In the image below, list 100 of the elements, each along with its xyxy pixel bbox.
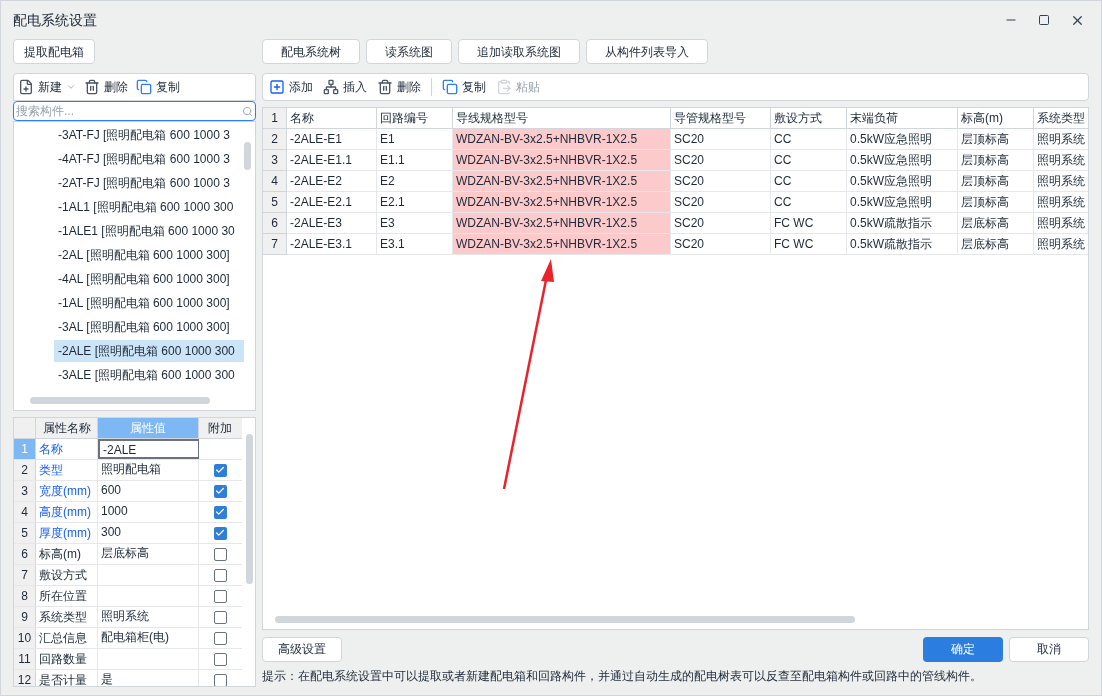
check-icon — [215, 465, 225, 475]
check-icon — [215, 486, 225, 496]
toolbar-button[interactable]: 删除 — [84, 78, 128, 96]
checkbox[interactable] — [213, 610, 227, 624]
toolbar-button[interactable]: 复制 — [136, 78, 180, 96]
checkbox[interactable] — [213, 463, 227, 477]
table-cell: -2ALE-E1.1 — [287, 150, 377, 171]
property-value[interactable]: 配电箱柜(电) — [98, 628, 199, 648]
tree-item[interactable]: -3ALE [照明配电箱 600 1000 300 — [54, 364, 244, 386]
cancel-button[interactable]: 取消 — [1009, 636, 1089, 662]
property-name: 回路数量 — [36, 649, 98, 669]
table-cell: 照明系统 — [1034, 192, 1088, 213]
ok-button[interactable]: 确定 — [923, 636, 1003, 662]
row-number: 2 — [263, 129, 287, 150]
row-number: 1 — [263, 108, 287, 129]
checkbox[interactable] — [213, 568, 227, 582]
tree-item[interactable]: -4AL [照明配电箱 600 1000 300] — [54, 268, 244, 290]
table-cell: SC20 — [671, 150, 771, 171]
table-cell: 层顶标高 — [958, 192, 1034, 213]
property-value[interactable]: 照明配电箱 — [98, 460, 199, 480]
table-cell: 层顶标高 — [958, 129, 1034, 150]
top-button[interactable]: 追加读取系统图 — [458, 39, 580, 64]
property-value[interactable]: 是 — [98, 670, 199, 686]
table-cell: 层顶标高 — [958, 150, 1034, 171]
tree-item[interactable]: -3AT-FJ [照明配电箱 600 1000 3 — [54, 124, 244, 146]
checkbox[interactable] — [213, 484, 227, 498]
tree-item[interactable]: -1AL1 [照明配电箱 600 1000 300 — [54, 196, 244, 218]
table-cell: 层顶标高 — [958, 171, 1034, 192]
checkbox[interactable] — [213, 589, 227, 603]
property-name: 类型 — [36, 460, 98, 480]
extract-button[interactable]: 提取配电箱 — [13, 39, 95, 64]
column-header: 末端负荷 — [847, 108, 958, 129]
check-icon — [215, 528, 225, 538]
property-name: 高度(mm) — [36, 502, 98, 522]
table-cell: 层底标高 — [958, 213, 1034, 234]
top-button[interactable]: 读系统图 — [366, 39, 452, 64]
checkbox[interactable] — [213, 526, 227, 540]
table-cell: FC WC — [771, 234, 847, 255]
property-value[interactable]: 照明系统 — [98, 607, 199, 627]
add-icon — [269, 79, 285, 95]
row-number: 10 — [14, 628, 36, 648]
trash-icon — [84, 79, 100, 95]
toolbar-button[interactable]: 删除 — [377, 78, 421, 96]
property-name: 是否计量 — [36, 670, 98, 686]
tree-item[interactable]: -4AT-FJ [照明配电箱 600 1000 3 — [54, 148, 244, 170]
tree-item[interactable]: -1AL [照明配电箱 600 1000 300] — [54, 292, 244, 314]
row-number: 8 — [14, 586, 36, 606]
checkbox[interactable] — [213, 505, 227, 519]
row-number: 4 — [263, 171, 287, 192]
tree-item[interactable]: -2AL [照明配电箱 600 1000 300] — [54, 244, 244, 266]
table-cell: 照明系统 — [1034, 213, 1088, 234]
tree-item[interactable]: -3AL [照明配电箱 600 1000 300] — [54, 316, 244, 338]
property-value[interactable]: 600 — [98, 481, 199, 501]
table-cell: SC20 — [671, 213, 771, 234]
column-header: 导管规格型号 — [671, 108, 771, 129]
row-number: 9 — [14, 607, 36, 627]
checkbox[interactable] — [213, 547, 227, 561]
checkbox[interactable] — [213, 631, 227, 645]
property-value[interactable]: 1000 — [98, 502, 199, 522]
vertical-scrollbar[interactable] — [244, 142, 251, 170]
table-cell: 0.5kW疏散指示 — [847, 213, 958, 234]
horizontal-scrollbar[interactable] — [275, 616, 855, 623]
row-number: 1 — [14, 439, 36, 459]
property-value[interactable]: -2ALE — [98, 439, 199, 459]
table-cell: -2ALE-E3 — [287, 213, 377, 234]
horizontal-scrollbar[interactable] — [30, 397, 210, 404]
toolbar-button[interactable]: 新建 — [18, 78, 76, 96]
checkbox[interactable] — [213, 652, 227, 666]
table-cell: 0.5kW应急照明 — [847, 129, 958, 150]
table-cell: WDZAN-BV-3x2.5+NHBVR-1X2.5 — [453, 171, 671, 192]
column-header: 名称 — [287, 108, 377, 129]
top-button[interactable]: 从构件列表导入 — [586, 39, 708, 64]
toolbar-button[interactable]: 插入 — [323, 78, 367, 96]
table-cell: WDZAN-BV-3x2.5+NHBVR-1X2.5 — [453, 150, 671, 171]
checkbox[interactable] — [213, 673, 227, 686]
table-cell: CC — [771, 129, 847, 150]
top-button[interactable]: 配电系统树 — [262, 39, 360, 64]
column-header: 回路编号 — [377, 108, 453, 129]
row-number: 3 — [263, 150, 287, 171]
advanced-settings-button[interactable]: 高级设置 — [262, 636, 342, 662]
table-cell: 照明系统 — [1034, 234, 1088, 255]
row-number: 2 — [14, 460, 36, 480]
tree-item[interactable]: -2ALE [照明配电箱 600 1000 300 — [54, 340, 244, 362]
vertical-scrollbar[interactable] — [246, 434, 253, 584]
toolbar-button[interactable]: 添加 — [269, 78, 313, 96]
search-input[interactable]: 搜索构件... — [16, 102, 242, 120]
caret-icon — [66, 82, 76, 92]
copy-icon — [442, 79, 458, 95]
search-field[interactable]: 搜索构件... — [13, 101, 256, 121]
property-value[interactable]: 300 — [98, 523, 199, 543]
paste-icon — [496, 79, 512, 95]
table-cell: -2ALE-E3.1 — [287, 234, 377, 255]
row-number: 4 — [14, 502, 36, 522]
maximize-icon[interactable] — [1038, 14, 1050, 26]
property-name: 敷设方式 — [36, 565, 98, 585]
tree-item[interactable]: -1ALE1 [照明配电箱 600 1000 30 — [54, 220, 244, 242]
property-name: 宽度(mm) — [36, 481, 98, 501]
property-value[interactable]: 层底标高 — [98, 544, 199, 564]
toolbar-button[interactable]: 复制 — [442, 78, 486, 96]
tree-item[interactable]: -2AT-FJ [照明配电箱 600 1000 3 — [54, 172, 244, 194]
